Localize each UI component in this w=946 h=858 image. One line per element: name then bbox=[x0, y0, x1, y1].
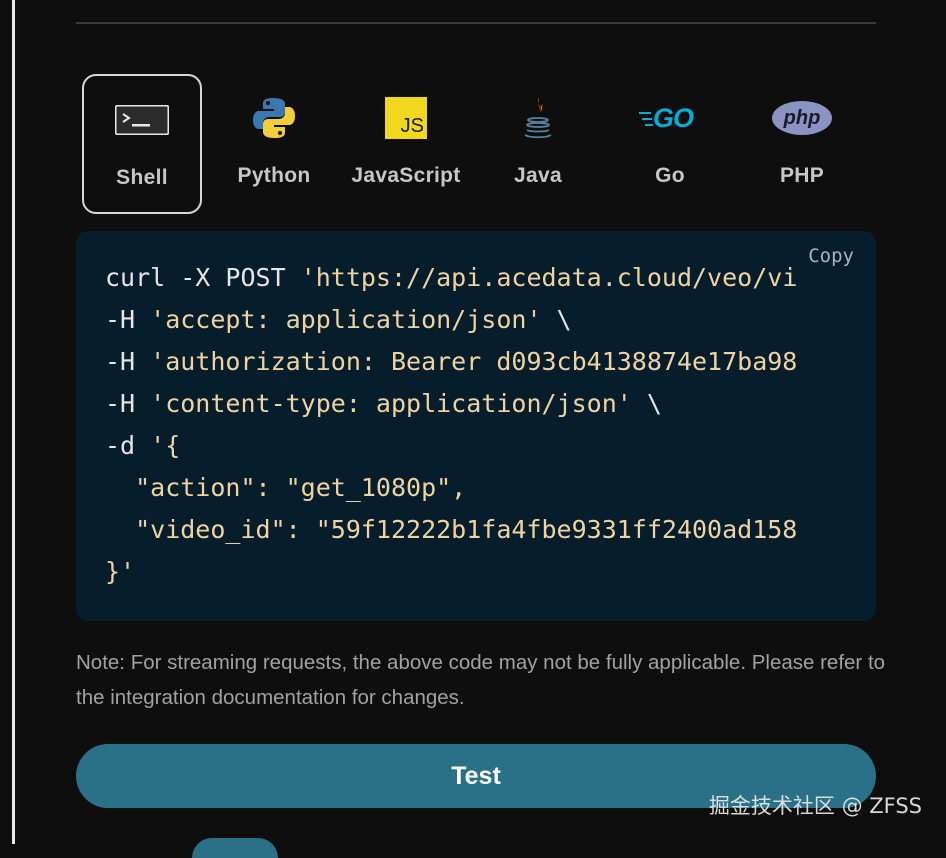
code-line: -H 'authorization: Bearer d093cb4138874e… bbox=[105, 347, 798, 376]
php-badge-text: php bbox=[783, 106, 821, 129]
code-line: }' bbox=[105, 557, 136, 586]
bottom-button-peek bbox=[192, 838, 278, 858]
streaming-note: Note: For streaming requests, the above … bbox=[76, 651, 886, 709]
language-tabs: Shell Python JS JavaScript Java GO Go ph… bbox=[82, 74, 882, 214]
copy-button[interactable]: Copy bbox=[808, 245, 854, 267]
go-badge-text: GO bbox=[653, 103, 694, 133]
tab-label: Python bbox=[237, 164, 311, 187]
tab-label: PHP bbox=[779, 164, 825, 187]
code-line: "video_id": "59f12222b1fa4fbe9331ff2400a… bbox=[105, 515, 798, 544]
code-line: -d '{ bbox=[105, 431, 181, 460]
code-panel: Copy curl -X POST 'https://api.acedata.c… bbox=[76, 231, 876, 621]
java-icon bbox=[478, 96, 598, 140]
code-block: curl -X POST 'https://api.acedata.cloud/… bbox=[105, 257, 797, 593]
python-icon bbox=[214, 96, 334, 140]
code-line: "action": "get_1080p", bbox=[105, 473, 467, 502]
tab-java[interactable]: Java bbox=[478, 74, 598, 214]
terminal-icon bbox=[84, 98, 200, 142]
js-badge-text: JS bbox=[400, 115, 424, 137]
tab-label: Java bbox=[514, 164, 562, 187]
code-line: -H 'content-type: application/json' \ bbox=[105, 389, 662, 418]
tab-javascript[interactable]: JS JavaScript bbox=[346, 74, 466, 214]
php-icon: php bbox=[742, 96, 862, 140]
tab-go[interactable]: GO Go bbox=[610, 74, 730, 214]
tab-shell[interactable]: Shell bbox=[82, 74, 202, 214]
left-border bbox=[12, 0, 15, 844]
watermark: 掘金技术社区 @ ZFSS bbox=[708, 794, 922, 818]
tab-label: Shell bbox=[116, 166, 168, 189]
tab-php[interactable]: php PHP bbox=[742, 74, 862, 214]
tab-label: JavaScript bbox=[351, 164, 461, 187]
code-line: curl -X POST 'https://api.acedata.cloud/… bbox=[105, 263, 798, 292]
code-line: -H 'accept: application/json' \ bbox=[105, 305, 572, 334]
go-icon: GO bbox=[610, 96, 730, 140]
javascript-icon: JS bbox=[346, 96, 466, 140]
tab-label: Go bbox=[655, 164, 685, 187]
section-divider bbox=[76, 22, 876, 24]
tab-python[interactable]: Python bbox=[214, 74, 334, 214]
